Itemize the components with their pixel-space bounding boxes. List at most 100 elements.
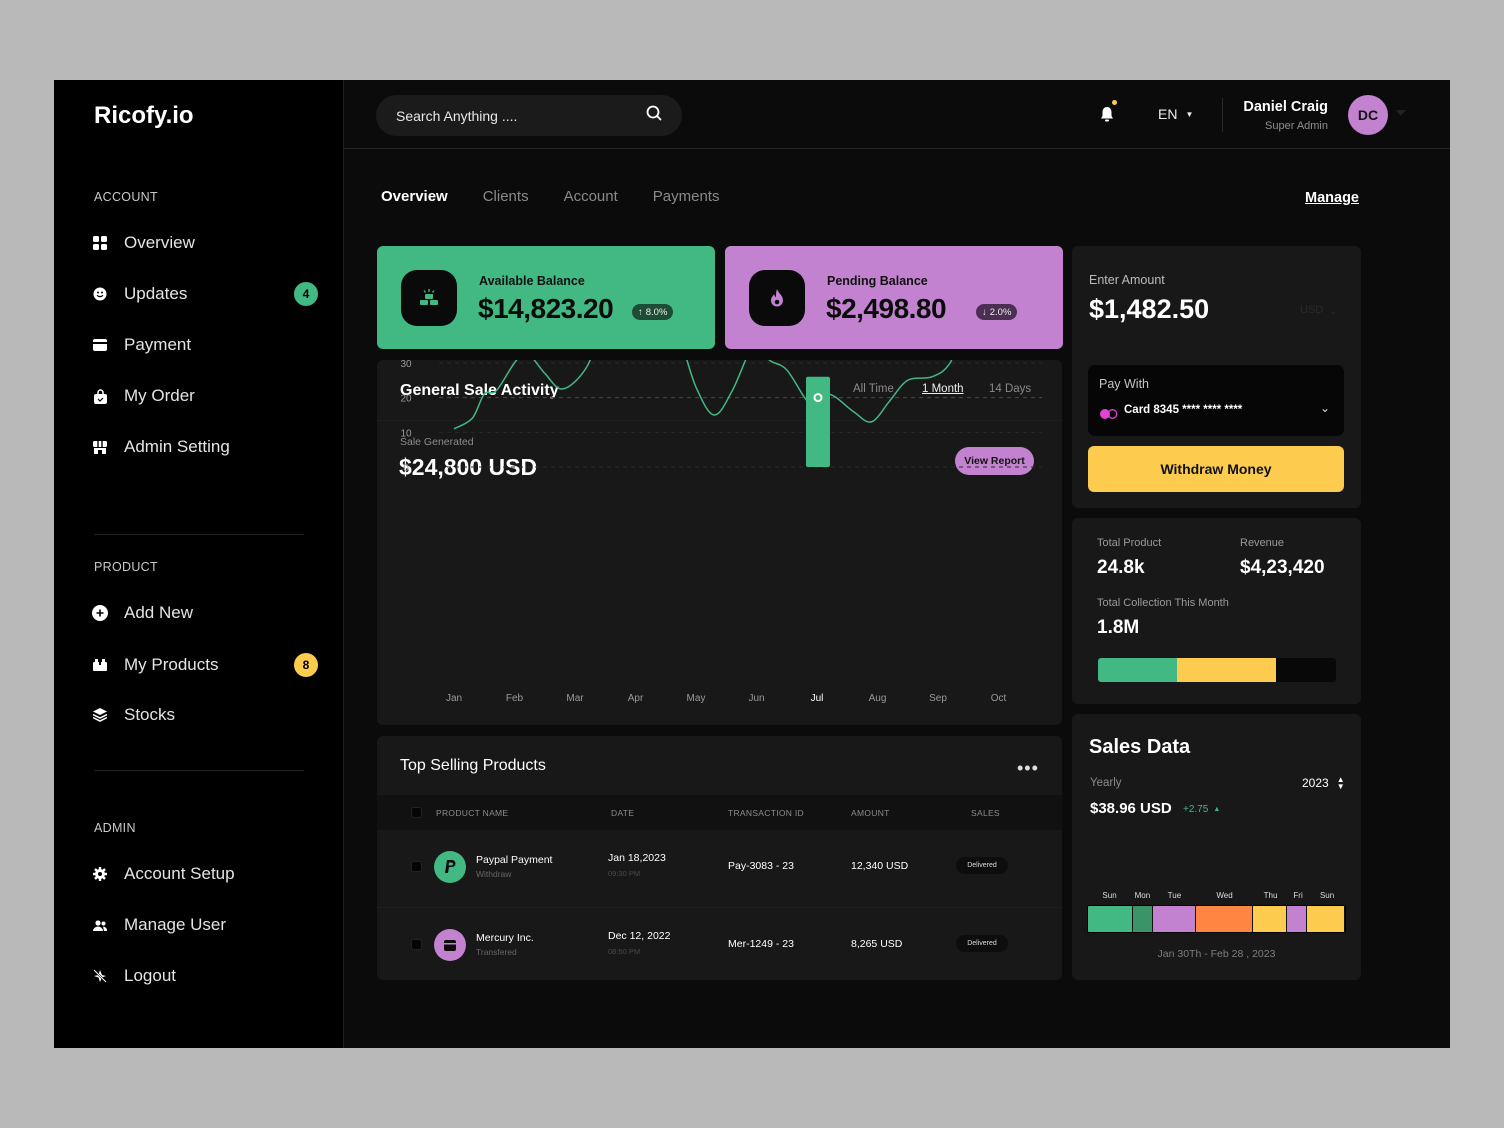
enter-amount-label: Enter Amount bbox=[1089, 273, 1165, 287]
column-header[interactable]: PRODUCT NAME bbox=[436, 808, 508, 818]
section-label-product: PRODUCT bbox=[94, 560, 158, 574]
sales-value: $38.96 USD bbox=[1090, 800, 1172, 817]
day-label: Sun bbox=[1319, 891, 1335, 900]
range-1-month[interactable]: 1 Month bbox=[922, 383, 964, 395]
sidebar-item-overview[interactable]: Overview bbox=[92, 228, 318, 258]
flame-icon bbox=[749, 270, 805, 326]
collection-label: Total Collection This Month bbox=[1097, 597, 1229, 609]
range-14-days[interactable]: 14 Days bbox=[989, 383, 1031, 395]
card-brand-icon bbox=[1100, 406, 1118, 424]
language-selector[interactable]: EN ▼ bbox=[1158, 106, 1193, 122]
day-label: Wed bbox=[1216, 891, 1233, 900]
bag-icon bbox=[92, 388, 108, 404]
notification-button[interactable] bbox=[1100, 100, 1117, 127]
column-header[interactable]: TRANSACTION ID bbox=[728, 808, 804, 818]
sidebar-item-add-new[interactable]: Add New bbox=[92, 598, 318, 628]
more-options-icon[interactable]: ••• bbox=[1017, 758, 1039, 779]
sidebar-item-label: My Order bbox=[124, 386, 195, 405]
row-checkbox[interactable] bbox=[411, 861, 422, 872]
sidebar-item-payment[interactable]: Payment bbox=[92, 330, 318, 360]
range-all-time[interactable]: All Time bbox=[853, 383, 894, 395]
sale-line-chart: 010203040$ 24,800JanFebMarAprMayJunJulAu… bbox=[400, 360, 1042, 704]
day-segment[interactable] bbox=[1307, 906, 1345, 932]
arrow-down-icon: ↓ bbox=[982, 306, 987, 318]
product-type: Withdraw bbox=[476, 869, 512, 879]
panel-divider bbox=[377, 420, 1062, 421]
tab-overview[interactable]: Overview bbox=[381, 188, 448, 205]
column-header[interactable]: AMOUNT bbox=[851, 808, 890, 818]
pay-with-selector[interactable]: Pay With Card 8345 **** **** **** ⌄ bbox=[1088, 365, 1344, 436]
section-label-admin: ADMIN bbox=[94, 821, 136, 835]
sidebar-item-label: My Products bbox=[124, 655, 219, 674]
select-all-checkbox[interactable] bbox=[411, 807, 422, 818]
row-checkbox[interactable] bbox=[411, 939, 422, 950]
day-segment[interactable] bbox=[1252, 906, 1288, 932]
collection-segment bbox=[1098, 658, 1177, 682]
sidebar: Ricofy.io ACCOUNT Overview Updates 4 Pay… bbox=[54, 80, 344, 1048]
x-tick-label: Oct bbox=[991, 693, 1007, 704]
day-label: Tue bbox=[1167, 891, 1182, 900]
day-segment[interactable] bbox=[1287, 906, 1308, 932]
paypal-icon bbox=[434, 851, 466, 883]
search-icon[interactable] bbox=[646, 105, 662, 126]
day-segment[interactable] bbox=[1132, 906, 1154, 932]
pending-balance-label: Pending Balance bbox=[827, 274, 928, 288]
tab-clients[interactable]: Clients bbox=[483, 188, 529, 205]
search-input[interactable] bbox=[396, 107, 646, 124]
logout-icon bbox=[92, 968, 108, 984]
sidebar-item-my-products[interactable]: My Products 8 bbox=[92, 650, 318, 680]
collection-progress-bar bbox=[1098, 658, 1336, 682]
search-box[interactable] bbox=[376, 95, 682, 136]
period-label: Yearly bbox=[1090, 777, 1122, 789]
view-report-button[interactable]: View Report bbox=[955, 447, 1034, 475]
sidebar-item-account-setup[interactable]: Account Setup bbox=[92, 859, 318, 889]
manage-link[interactable]: Manage bbox=[1305, 190, 1359, 206]
avatar[interactable]: DC bbox=[1348, 95, 1388, 135]
day-segment[interactable] bbox=[1153, 906, 1197, 932]
arrow-up-icon: ↑ bbox=[638, 306, 643, 318]
transaction-amount: 12,340 USD bbox=[851, 860, 909, 872]
box-icon bbox=[92, 657, 108, 673]
language-label: EN bbox=[1158, 106, 1178, 122]
main-tabs: Overview Clients Account Payments bbox=[381, 188, 719, 205]
tab-payments[interactable]: Payments bbox=[653, 188, 720, 205]
pending-balance-value: $2,498.80 bbox=[826, 293, 947, 324]
currency-selector[interactable]: USD ⌄ bbox=[1300, 304, 1337, 317]
top-selling-title: Top Selling Products bbox=[400, 757, 546, 774]
day-segment[interactable] bbox=[1088, 906, 1133, 932]
product-name: Mercury Inc. bbox=[476, 932, 534, 944]
highlight-bar bbox=[806, 376, 830, 467]
pending-balance-card[interactable]: Pending Balance $2,498.80 ↓ 2.0% bbox=[725, 246, 1063, 349]
sidebar-item-stocks[interactable]: Stocks bbox=[92, 700, 318, 730]
column-header[interactable]: DATE bbox=[611, 808, 634, 818]
x-tick-label: Aug bbox=[869, 693, 887, 704]
table-header: PRODUCT NAME DATE TRANSACTION ID AMOUNT … bbox=[377, 795, 1062, 830]
transaction-date: Jan 18,2023 bbox=[608, 852, 666, 864]
transaction-amount: 8,265 USD bbox=[851, 938, 903, 950]
table-row[interactable]: Paypal Payment Withdraw Jan 18,2023 09:3… bbox=[377, 830, 1062, 906]
table-row[interactable]: Mercury Inc. Transfered Dec 12, 2022 08:… bbox=[377, 907, 1062, 983]
brand-logo[interactable]: Ricofy.io bbox=[94, 102, 194, 130]
sidebar-item-logout[interactable]: Logout bbox=[92, 961, 318, 991]
sidebar-item-my-order[interactable]: My Order bbox=[92, 381, 318, 411]
x-tick-label: Sep bbox=[929, 693, 947, 704]
topbar-divider bbox=[1222, 98, 1223, 132]
sidebar-item-admin-setting[interactable]: Admin Setting bbox=[92, 432, 318, 462]
column-header[interactable]: SALES bbox=[971, 808, 1000, 818]
store-icon bbox=[92, 439, 108, 455]
available-change-badge: ↑ 8.0% bbox=[632, 304, 674, 320]
triangle-up-icon: ▲ bbox=[1213, 806, 1221, 813]
sales-data-title: Sales Data bbox=[1089, 736, 1191, 758]
user-menu-caret-icon[interactable] bbox=[1396, 110, 1406, 116]
amount-input[interactable]: $1,482.50 bbox=[1089, 294, 1209, 325]
x-tick-label: Jan bbox=[446, 693, 462, 704]
year-selector[interactable]: 2023 ▲ ▼ bbox=[1302, 776, 1345, 791]
sidebar-item-manage-user[interactable]: Manage User bbox=[92, 910, 318, 940]
sidebar-item-label: Updates bbox=[124, 284, 188, 303]
withdraw-money-button[interactable]: Withdraw Money bbox=[1088, 446, 1344, 492]
sidebar-item-updates[interactable]: Updates 4 bbox=[92, 279, 318, 309]
tab-account[interactable]: Account bbox=[564, 188, 618, 205]
day-segment[interactable] bbox=[1196, 906, 1253, 932]
collection-value: 1.8M bbox=[1097, 617, 1140, 638]
available-balance-card[interactable]: Available Balance $14,823.20 ↑ 8.0% bbox=[377, 246, 715, 349]
